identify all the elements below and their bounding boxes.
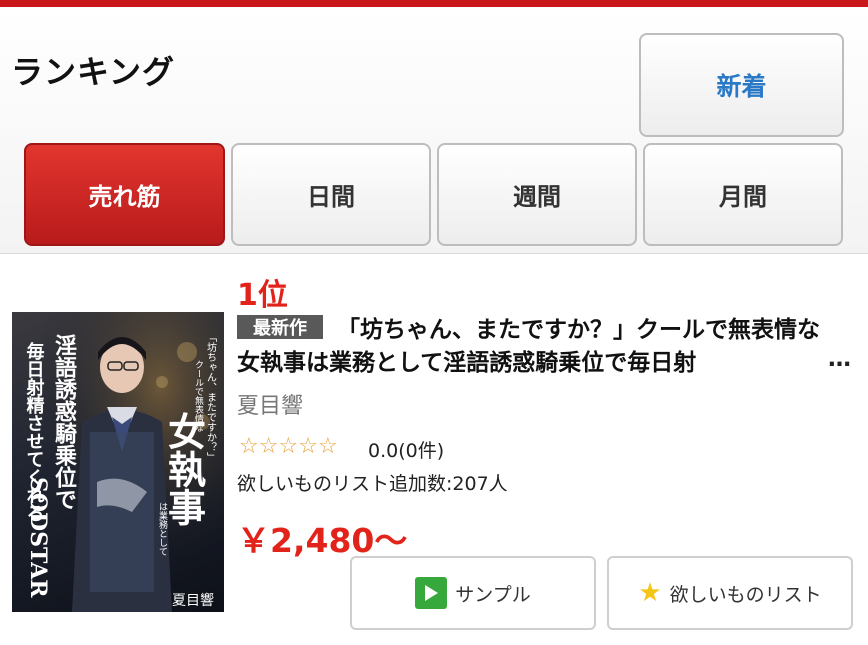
product-title[interactable]: 「坊ちゃん、またですか？」クールで無表情な女執事は業務として淫語誘惑騎乗位で毎日…: [237, 314, 837, 380]
cover-text-2: 淫語誘惑騎乗位で: [51, 334, 77, 510]
star-outline-icon: ☆: [258, 434, 279, 459]
actress-name[interactable]: 夏目響: [237, 388, 303, 420]
price: ￥2,480〜: [237, 521, 408, 560]
cover-main: 女執事: [162, 411, 207, 526]
cover-name: 夏目響: [172, 592, 214, 609]
star-outline-icon: ☆: [317, 434, 338, 459]
wishlist-button-label: 欲しいものリスト: [669, 583, 822, 606]
star-icon: ★: [638, 578, 662, 608]
wishlist-count: 欲しいものリスト追加数:207人: [237, 473, 508, 495]
sample-button[interactable]: サンプル: [350, 556, 596, 630]
new-releases-button[interactable]: 新着: [639, 33, 844, 137]
product-cover-image[interactable]: 毎日射精させてくれる 淫語誘惑騎乗位で 「坊ちゃん、またですか？」 クールで無表…: [12, 312, 224, 612]
star-outline-icon: ☆: [298, 434, 318, 459]
tab-daily[interactable]: 日間: [231, 143, 431, 246]
rating-value: 0.0(0件): [368, 440, 445, 462]
cover-small: は業務として: [157, 502, 168, 556]
tab-monthly[interactable]: 月間: [643, 143, 843, 246]
tab-bestsellers[interactable]: 売れ筋: [24, 143, 225, 246]
cover-brand: SODSTAR: [25, 477, 51, 598]
new-release-badge: 最新作: [237, 315, 323, 339]
add-to-wishlist-button[interactable]: ★ 欲しいものリスト: [607, 556, 853, 630]
page-title: ランキング: [11, 53, 176, 91]
star-outline-icon: ☆: [278, 434, 299, 459]
play-icon: [415, 577, 448, 609]
rank-label: 1位: [237, 278, 288, 313]
rating-stars: ☆ ☆ ☆ ☆ ☆: [239, 434, 338, 460]
title-ellipsis: …: [828, 346, 851, 372]
sample-button-label: サンプル: [455, 583, 531, 606]
top-accent-bar: [0, 0, 868, 7]
tab-weekly[interactable]: 週間: [437, 143, 637, 246]
star-outline-icon: ☆: [239, 434, 259, 459]
